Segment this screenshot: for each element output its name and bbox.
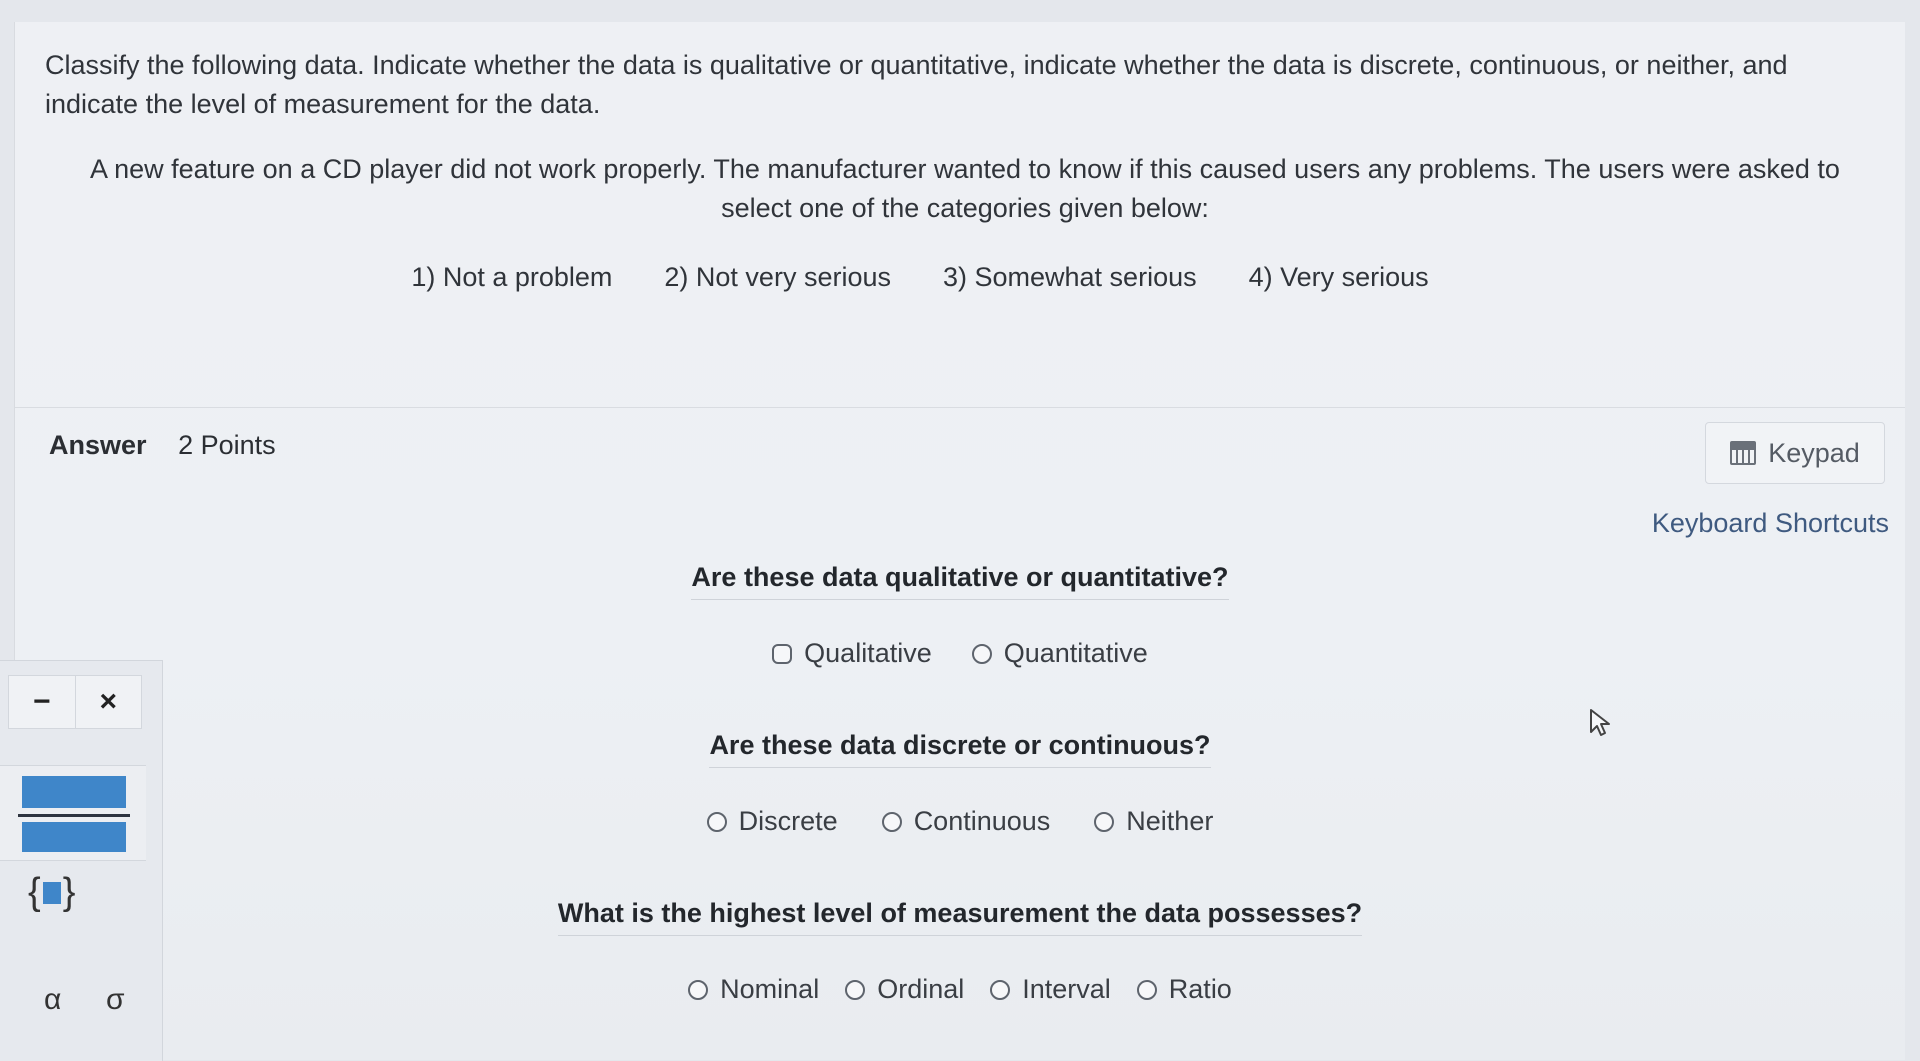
calculator-icon: [1730, 441, 1757, 465]
placeholder-box-icon: [42, 881, 61, 904]
option-label: Ratio: [1168, 974, 1232, 1004]
option-ordinal[interactable]: Ordinal: [845, 974, 964, 1005]
mouse-cursor-icon: [1590, 709, 1610, 736]
part-2-options: Discrete Continuous Neither: [15, 806, 1905, 837]
option-label: Neither: [1126, 806, 1214, 836]
option-quantitative[interactable]: Quantitative: [971, 638, 1148, 669]
open-brace: {: [28, 871, 41, 913]
radio-button[interactable]: [1136, 979, 1157, 1000]
category-item: 4) Very serious: [1248, 262, 1429, 292]
question-scenario: A new feature on a CD player did not wor…: [45, 150, 1885, 228]
option-label: Discrete: [738, 806, 838, 836]
answer-label: Answer: [49, 430, 147, 460]
option-continuous[interactable]: Continuous: [881, 806, 1051, 837]
category-item: 2) Not very serious: [664, 262, 891, 292]
radio-button[interactable]: [971, 643, 992, 664]
option-label: Nominal: [720, 974, 820, 1004]
part-3-options: Nominal Ordinal Interval Ratio: [15, 974, 1905, 1005]
fraction-denominator-icon: [22, 822, 126, 852]
set-braces-button[interactable]: { }: [28, 871, 75, 914]
keypad-label: Keypad: [1768, 437, 1860, 468]
keypad-button[interactable]: Keypad: [1705, 422, 1885, 484]
question-page: Classify the following data. Indicate wh…: [14, 22, 1905, 1060]
part-1-prompt-block: Are these data qualitative or quantitati…: [15, 562, 1905, 600]
option-neither[interactable]: Neither: [1094, 806, 1213, 837]
option-label: Ordinal: [877, 974, 965, 1004]
fraction-template-button[interactable]: [0, 765, 146, 861]
fraction-numerator-icon: [22, 776, 126, 808]
radio-button[interactable]: [688, 979, 709, 1000]
part-3-prompt: What is the highest level of measurement…: [557, 898, 1363, 936]
option-nominal[interactable]: Nominal: [688, 974, 819, 1005]
option-label: Interval: [1022, 974, 1111, 1004]
radio-button[interactable]: [990, 979, 1011, 1000]
fraction-bar-icon: [18, 814, 130, 817]
answer-header: Answer 2 Points: [49, 430, 276, 461]
radio-button[interactable]: [881, 811, 902, 832]
category-list: 1) Not a problem 2) Not very serious 3) …: [15, 262, 1905, 293]
part-2-prompt: Are these data discrete or continuous?: [709, 730, 1211, 768]
question-section: Classify the following data. Indicate wh…: [15, 22, 1905, 408]
keyboard-shortcuts-link[interactable]: Keyboard Shortcuts: [1652, 508, 1889, 539]
radio-button[interactable]: [1094, 811, 1115, 832]
part-2-prompt-block: Are these data discrete or continuous?: [15, 730, 1905, 768]
part-1-options: Qualitative Quantitative: [15, 638, 1905, 669]
alpha-button[interactable]: α: [44, 983, 61, 1017]
math-palette: − × { } α σ: [0, 660, 163, 1061]
category-item: 1) Not a problem: [411, 262, 613, 292]
scenario-line-2: select one of the categories given below…: [721, 193, 1209, 223]
sigma-button[interactable]: σ: [106, 983, 125, 1017]
option-qualitative[interactable]: Qualitative: [772, 638, 932, 669]
option-discrete[interactable]: Discrete: [706, 806, 838, 837]
radio-button[interactable]: [845, 979, 866, 1000]
scenario-line-1: A new feature on a CD player did not wor…: [90, 154, 1840, 184]
option-interval[interactable]: Interval: [990, 974, 1111, 1005]
option-ratio[interactable]: Ratio: [1136, 974, 1232, 1005]
radio-button[interactable]: [706, 811, 727, 832]
radio-button[interactable]: [772, 643, 793, 664]
question-instructions: Classify the following data. Indicate wh…: [45, 50, 1788, 119]
option-label: Continuous: [913, 806, 1051, 836]
option-label: Qualitative: [804, 638, 932, 668]
minimize-button[interactable]: −: [9, 676, 76, 728]
palette-window-controls: − ×: [8, 675, 142, 729]
part-1-prompt: Are these data qualitative or quantitati…: [691, 562, 1229, 600]
category-item: 3) Somewhat serious: [942, 262, 1197, 292]
close-brace: }: [62, 871, 76, 913]
points-label: 2 Points: [178, 430, 276, 460]
part-3-prompt-block: What is the highest level of measurement…: [15, 898, 1905, 936]
close-button[interactable]: ×: [76, 676, 142, 728]
option-label: Quantitative: [1003, 638, 1148, 668]
